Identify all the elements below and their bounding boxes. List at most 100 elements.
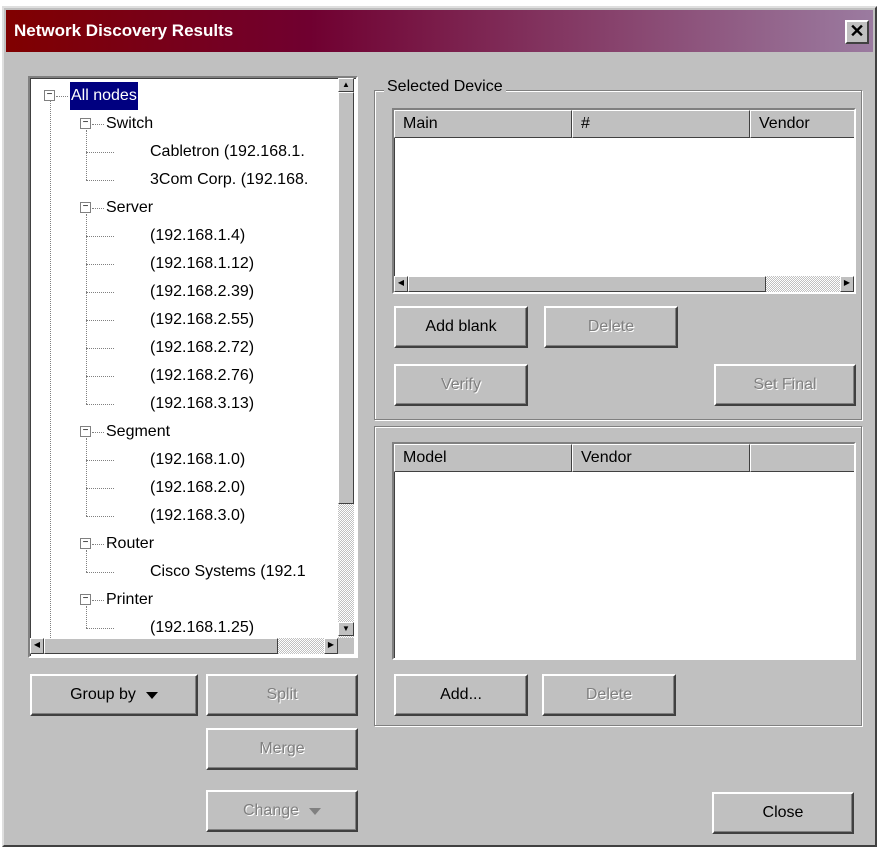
tree-node-label[interactable]: 3Com Corp. (192.168.	[150, 166, 308, 194]
close-icon[interactable]: ✕	[845, 20, 869, 44]
tree-node-label[interactable]: (192.168.2.72)	[150, 334, 254, 362]
tree-group-node[interactable]: − Printer	[30, 586, 340, 614]
tree-node-label[interactable]: (192.168.2.55)	[150, 306, 254, 334]
delete-device-button[interactable]: Delete	[544, 306, 678, 348]
arrow-left-icon[interactable]: ◀	[30, 638, 44, 654]
tree-node-label[interactable]: Cisco Systems (192.1	[150, 558, 306, 586]
column-header-main[interactable]: Main	[394, 110, 572, 138]
tree-leaf-node[interactable]: (192.168.2.0)	[30, 474, 340, 502]
tree-connector-line	[86, 404, 114, 405]
add-model-button[interactable]: Add...	[394, 674, 528, 716]
column-header-model-vendor[interactable]: Vendor	[572, 444, 750, 472]
tree-node-label[interactable]: Cabletron (192.168.1.	[150, 138, 305, 166]
tree-root-node[interactable]: − All nodes	[30, 81, 340, 111]
minus-box-icon[interactable]: −	[80, 202, 91, 213]
tree-vertical-thumb[interactable]	[338, 92, 354, 504]
tree-connector-line	[92, 124, 104, 125]
tree-connector-line	[56, 96, 68, 97]
set-final-button[interactable]: Set Final	[714, 364, 856, 406]
tree-leaf-node[interactable]: 3Com Corp. (192.168.	[30, 166, 340, 194]
tree-horizontal-scrollbar[interactable]: ◀ ▶	[30, 638, 338, 654]
tree-node-label[interactable]: All nodes	[69, 81, 139, 111]
tree-node-label[interactable]: (192.168.1.0)	[150, 446, 245, 474]
verify-button[interactable]: Verify	[394, 364, 528, 406]
tree-node-label[interactable]: (192.168.1.12)	[150, 250, 254, 278]
tree-leaf-node[interactable]: (192.168.2.39)	[30, 278, 340, 306]
group-by-label: Group by	[70, 686, 136, 703]
title-bar[interactable]: Network Discovery Results ✕	[6, 10, 873, 52]
tree-connector-line	[86, 264, 114, 265]
tree-leaf-node[interactable]: (192.168.1.25)	[30, 614, 340, 638]
split-button[interactable]: Split	[206, 674, 358, 716]
tree-leaf-node[interactable]: Cisco Systems (192.1	[30, 558, 340, 586]
group-by-dropdown[interactable]: Group by	[30, 674, 198, 716]
tree-horizontal-thumb[interactable]	[44, 638, 278, 654]
tree-connector-line	[86, 320, 114, 321]
tree-leaf-node[interactable]: (192.168.3.13)	[30, 390, 340, 418]
minus-box-icon[interactable]: −	[80, 118, 91, 129]
minus-box-icon[interactable]: −	[80, 538, 91, 549]
selected-device-list[interactable]: Main # Vendor ◀ ▶	[392, 108, 856, 294]
tree-connector-line	[86, 516, 114, 517]
arrow-left-icon[interactable]: ◀	[394, 276, 408, 292]
column-header-number[interactable]: #	[572, 110, 750, 138]
tree-connector-line	[86, 376, 114, 377]
minus-box-icon[interactable]: −	[80, 426, 91, 437]
tree-content: − All nodes − Switch Cabletron (192.168.1. 3C…	[30, 78, 340, 638]
tree-leaf-node[interactable]: (192.168.1.12)	[30, 250, 340, 278]
device-tree[interactable]: − All nodes − Switch Cabletron (192.168.1. 3C…	[28, 76, 358, 658]
arrow-up-icon[interactable]: ▲	[338, 78, 354, 92]
tree-leaf-node[interactable]: Cabletron (192.168.1.	[30, 138, 340, 166]
tree-connector-line	[86, 152, 114, 153]
tree-node-label[interactable]: Switch	[106, 110, 153, 138]
tree-connector-line	[92, 208, 104, 209]
minus-box-icon[interactable]: −	[44, 90, 55, 101]
tree-connector-line	[86, 550, 87, 572]
column-header-blank[interactable]	[750, 444, 854, 472]
tree-leaf-node[interactable]: (192.168.2.55)	[30, 306, 340, 334]
tree-leaf-node[interactable]: (192.168.1.4)	[30, 222, 340, 250]
add-blank-button[interactable]: Add blank	[394, 306, 528, 348]
close-button[interactable]: Close	[712, 792, 854, 834]
tree-node-label[interactable]: (192.168.2.0)	[150, 474, 245, 502]
tree-connector-line	[86, 130, 87, 180]
column-header-model[interactable]: Model	[394, 444, 572, 472]
tree-node-label[interactable]: (192.168.3.0)	[150, 502, 245, 530]
tree-node-label[interactable]: Printer	[106, 586, 153, 614]
tree-node-label[interactable]: Segment	[106, 418, 170, 446]
tree-node-label[interactable]: (192.168.1.4)	[150, 222, 245, 250]
column-header-vendor[interactable]: Vendor	[750, 110, 854, 138]
tree-group-node[interactable]: − Switch	[30, 110, 340, 138]
tree-node-label[interactable]: Router	[106, 530, 154, 558]
tree-node-label[interactable]: (192.168.2.39)	[150, 278, 254, 306]
tree-connector-line	[92, 432, 104, 433]
tree-connector-line	[86, 628, 114, 629]
change-dropdown[interactable]: Change	[206, 790, 358, 832]
arrow-down-icon[interactable]: ▼	[338, 622, 354, 636]
tree-connector-line	[86, 292, 114, 293]
tree-node-label[interactable]: Server	[106, 194, 153, 222]
models-list[interactable]: Model Vendor	[392, 442, 856, 660]
tree-group-node[interactable]: − Router	[30, 530, 340, 558]
tree-node-label[interactable]: (192.168.1.25)	[150, 614, 254, 638]
minus-box-icon[interactable]: −	[80, 594, 91, 605]
tree-connector-line	[86, 214, 87, 404]
tree-leaf-node[interactable]: (192.168.3.0)	[30, 502, 340, 530]
arrow-right-icon[interactable]: ▶	[324, 638, 338, 654]
tree-connector-line	[86, 348, 114, 349]
tree-group-node[interactable]: − Server	[30, 194, 340, 222]
tree-vertical-scrollbar[interactable]: ▲ ▼	[338, 78, 354, 638]
merge-button[interactable]: Merge	[206, 728, 358, 770]
tree-leaf-node[interactable]: (192.168.2.72)	[30, 334, 340, 362]
delete-model-button[interactable]: Delete	[542, 674, 676, 716]
tree-group-node[interactable]: − Segment	[30, 418, 340, 446]
arrow-right-icon[interactable]: ▶	[840, 276, 854, 292]
tree-node-label[interactable]: (192.168.2.76)	[150, 362, 254, 390]
device-list-horizontal-scrollbar[interactable]: ◀ ▶	[394, 276, 854, 292]
device-list-horizontal-thumb[interactable]	[408, 276, 766, 292]
tree-leaf-node[interactable]: (192.168.1.0)	[30, 446, 340, 474]
tree-node-label[interactable]: (192.168.3.13)	[150, 390, 254, 418]
network-discovery-dialog: Network Discovery Results ✕ − All nodes − S…	[2, 6, 877, 847]
tree-leaf-node[interactable]: (192.168.2.76)	[30, 362, 340, 390]
window-title: Network Discovery Results	[14, 21, 234, 40]
